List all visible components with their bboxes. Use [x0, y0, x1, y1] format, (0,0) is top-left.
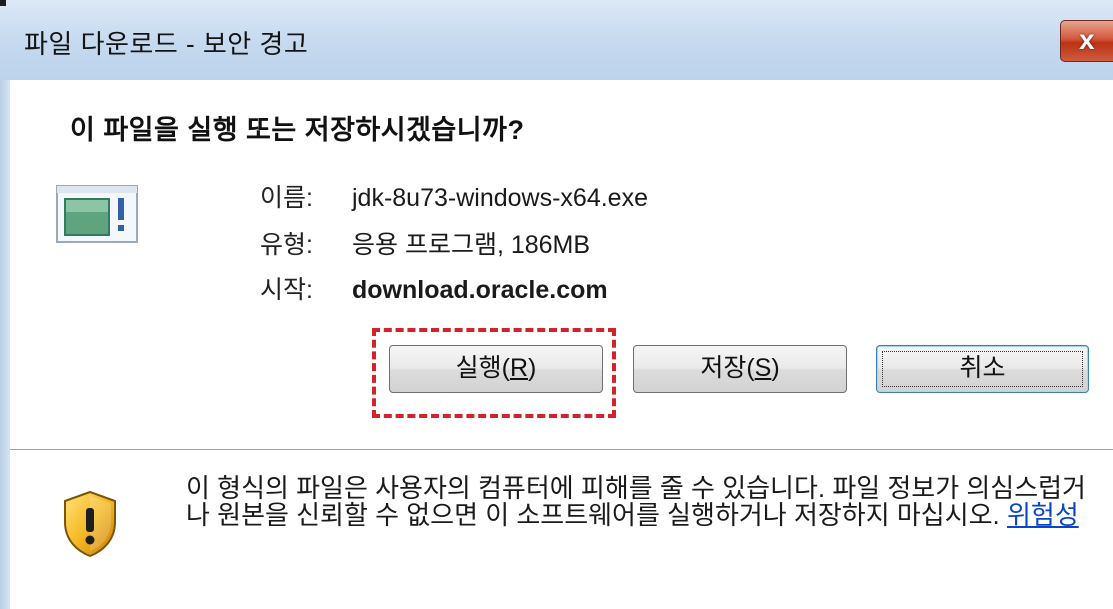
save-button-mnemonic: S: [754, 354, 772, 382]
focus-ring: [882, 351, 1083, 387]
file-type-value: 응용 프로그램, 186MB: [352, 231, 591, 259]
run-button-suffix: ): [528, 354, 537, 382]
file-source-value: download.oracle.com: [352, 276, 608, 304]
warning-shield-icon: [64, 490, 116, 558]
file-type-row: 유형: 응용 프로그램, 186MB: [260, 225, 590, 261]
save-button-suffix: ): [771, 354, 780, 382]
file-name-row: 이름: jdk-8u73-windows-x64.exe: [260, 178, 648, 214]
save-button[interactable]: 저장(S): [633, 345, 847, 393]
file-type-label: 유형:: [260, 231, 313, 259]
dialog-body: 이 파일을 실행 또는 저장하시겠습니까? 이름: jdk-8u73-window…: [10, 80, 1113, 609]
window-corner: [0, 0, 6, 6]
run-button[interactable]: 실행(R): [389, 345, 603, 393]
run-button-mnemonic: R: [509, 354, 529, 382]
dialog-question: 이 파일을 실행 또는 저장하시겠습니까?: [70, 115, 525, 145]
window-frame-left: [0, 0, 10, 609]
window-title: 파일 다운로드 - 보안 경고: [24, 29, 309, 59]
file-name-label: 이름:: [260, 184, 313, 212]
close-button[interactable]: x: [1060, 20, 1113, 62]
risk-link[interactable]: 위험성: [1007, 500, 1079, 530]
cancel-button[interactable]: 취소: [876, 345, 1089, 393]
application-icon: [56, 185, 138, 243]
close-icon: x: [1079, 24, 1095, 55]
run-button-text: 실행(: [455, 354, 510, 382]
file-name-value: jdk-8u73-windows-x64.exe: [352, 184, 648, 212]
warning-text: 이 형식의 파일은 사용자의 컴퓨터에 피해를 줄 수 있습니다. 파일 정보가…: [186, 473, 1086, 530]
divider: [10, 449, 1113, 450]
title-bar[interactable]: 파일 다운로드 - 보안 경고 x: [0, 0, 1113, 80]
save-button-text: 저장(: [700, 354, 755, 382]
file-source-row: 시작: download.oracle.com: [260, 270, 608, 306]
file-source-label: 시작:: [260, 276, 313, 304]
warning-message: 이 형식의 파일은 사용자의 컴퓨터에 피해를 줄 수 있습니다. 파일 정보가…: [186, 475, 1091, 529]
